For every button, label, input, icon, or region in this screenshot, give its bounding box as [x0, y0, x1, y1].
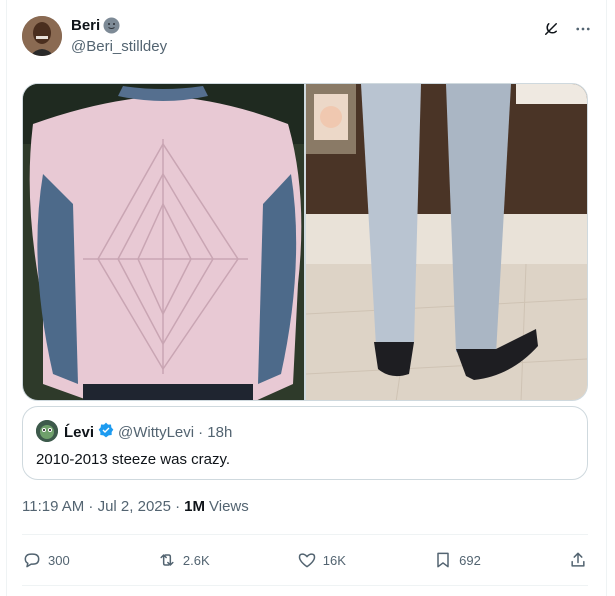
like-button[interactable]: 16K [297, 550, 346, 570]
repost-icon [160, 554, 174, 566]
quoted-avatar [36, 420, 58, 442]
share-icon [571, 552, 585, 567]
share-button[interactable] [568, 550, 588, 570]
views-count: 1M [184, 498, 205, 515]
divider [22, 534, 588, 535]
avatar[interactable] [22, 16, 62, 56]
author-handle[interactable]: @Beri_stilldey [71, 38, 167, 55]
slightly-smiling-face-icon [103, 17, 120, 34]
grok-icon[interactable] [541, 19, 561, 39]
more-icon[interactable] [573, 19, 593, 39]
divider-bottom [22, 585, 588, 586]
like-count: 16K [322, 552, 346, 568]
quoted-handle: @WittyLevi [118, 423, 195, 441]
bookmark-count: 692 [459, 552, 481, 568]
heart-icon [298, 553, 316, 568]
repost-count: 2.6K [182, 552, 210, 568]
reply-button[interactable]: 300 [22, 550, 70, 570]
tweet-time[interactable]: 11:19 AM · Jul 2, 2025 · [22, 498, 180, 515]
bookmark-button[interactable]: 692 [433, 550, 481, 570]
quoted-author-name: Ĺevi [64, 423, 95, 441]
action-bar: 300 2.6K 16K 692 [22, 546, 588, 574]
reply-icon [24, 553, 40, 568]
media-grid [22, 83, 588, 401]
photo-pink-shirt-back[interactable] [23, 84, 304, 400]
quoted-text: 2010-2013 steeze was crazy. [36, 451, 230, 468]
quoted-time: · 18h [198, 423, 233, 441]
tweet-timestamp: 11:19 AM · Jul 2, 2025 · 1M Views [22, 498, 249, 515]
author-name[interactable]: Beri [71, 17, 100, 34]
repost-button[interactable]: 2.6K [157, 550, 210, 570]
verified-badge-icon [98, 422, 114, 442]
photo-grey-trousers-socks[interactable] [306, 84, 587, 400]
reply-count: 300 [48, 552, 70, 568]
views-label: Views [209, 498, 249, 515]
bookmark-icon [437, 552, 449, 568]
quoted-tweet[interactable]: Ĺevi @WittyLevi · 18h 2010-2013 steeze w… [22, 406, 588, 480]
